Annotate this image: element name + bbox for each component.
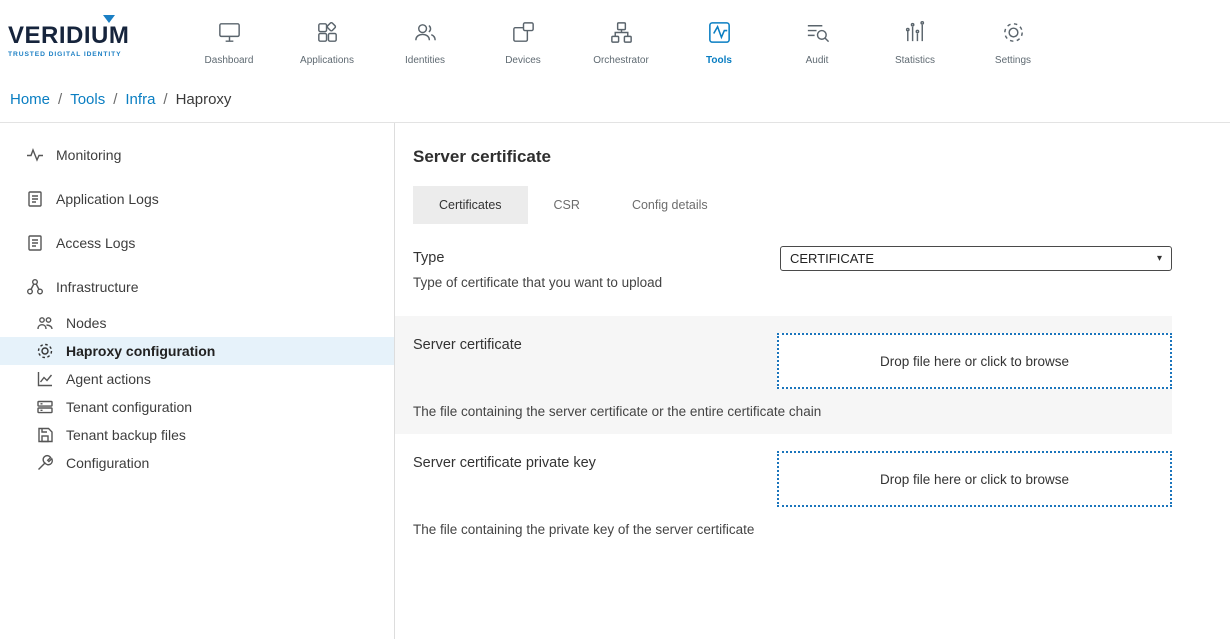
private-key-description: The file containing the private key of t… xyxy=(413,522,1172,537)
sidebar-item-label: Infrastructure xyxy=(56,279,138,295)
nav-label: Tools xyxy=(706,55,732,66)
breadcrumb-tools[interactable]: Tools xyxy=(70,91,105,108)
sidebar-item-label: Access Logs xyxy=(56,235,135,251)
settings-gear-icon xyxy=(1000,18,1027,48)
nav-label: Statistics xyxy=(895,55,935,66)
type-dropdown[interactable]: CERTIFICATE ▾ xyxy=(780,246,1172,271)
tools-pulse-icon xyxy=(706,18,733,48)
sidebar-item-infrastructure[interactable]: Infrastructure xyxy=(0,265,394,309)
top-bar: VERIDIUM TRUSTED DIGITAL IDENTITY Dashbo… xyxy=(0,0,1230,77)
activity-icon xyxy=(26,146,44,164)
nav-item-applications[interactable]: Applications xyxy=(278,12,376,66)
sidebar-item-application-logs[interactable]: Application Logs xyxy=(0,177,394,221)
tab-certificates[interactable]: Certificates xyxy=(413,186,528,224)
sidebar-item-label: Application Logs xyxy=(56,191,159,207)
sidebar: Monitoring Application Logs Access Logs … xyxy=(0,123,395,639)
nav-item-settings[interactable]: Settings xyxy=(964,12,1062,66)
type-label: Type xyxy=(413,250,662,266)
page-title: Server certificate xyxy=(413,147,1172,167)
nav-item-identities[interactable]: Identities xyxy=(376,12,474,66)
line-chart-icon xyxy=(36,370,54,388)
sidebar-item-haproxy-configuration[interactable]: Haproxy configuration xyxy=(0,337,394,365)
breadcrumb-separator: / xyxy=(163,91,167,108)
nav-item-orchestrator[interactable]: Orchestrator xyxy=(572,12,670,66)
form-row-type: Type Type of certificate that you want t… xyxy=(395,250,1172,316)
network-icon xyxy=(26,278,44,296)
breadcrumb-separator: / xyxy=(113,91,117,108)
server-certificate-label: Server certificate xyxy=(413,333,522,353)
nav-item-statistics[interactable]: Statistics xyxy=(866,12,964,66)
veridium-logo: VERIDIUM TRUSTED DIGITAL IDENTITY xyxy=(8,22,166,58)
tab-bar: Certificates CSR Config details xyxy=(413,186,1172,224)
nav-label: Identities xyxy=(405,55,445,66)
sidebar-item-label: Configuration xyxy=(66,455,149,471)
private-key-dropzone[interactable]: Drop file here or click to browse xyxy=(777,451,1172,507)
breadcrumb-infra[interactable]: Infra xyxy=(125,91,155,108)
sidebar-item-access-logs[interactable]: Access Logs xyxy=(0,221,394,265)
tab-csr[interactable]: CSR xyxy=(528,186,606,224)
sidebar-item-tenant-backup-files[interactable]: Tenant backup files xyxy=(0,421,394,449)
chevron-down-icon: ▾ xyxy=(1157,253,1162,264)
breadcrumb-home[interactable]: Home xyxy=(10,91,50,108)
form-row-server-certificate: Server certificate Drop file here or cli… xyxy=(395,316,1172,434)
document-icon xyxy=(26,190,44,208)
nav-item-tools[interactable]: Tools xyxy=(670,12,768,66)
nav-label: Devices xyxy=(505,55,541,66)
nav-label: Settings xyxy=(995,55,1031,66)
server-icon xyxy=(36,398,54,416)
type-description: Type of certificate that you want to upl… xyxy=(413,275,662,290)
sidebar-item-label: Monitoring xyxy=(56,147,121,163)
sidebar-item-monitoring[interactable]: Monitoring xyxy=(0,133,394,177)
breadcrumb-haproxy: Haproxy xyxy=(176,91,232,108)
type-dropdown-value: CERTIFICATE xyxy=(790,251,874,266)
document-icon xyxy=(26,234,44,252)
private-key-label: Server certificate private key xyxy=(413,451,596,471)
nav-label: Dashboard xyxy=(205,55,254,66)
sidebar-item-label: Haproxy configuration xyxy=(66,343,215,359)
nav-label: Audit xyxy=(806,55,829,66)
applications-grid-icon xyxy=(314,18,341,48)
sidebar-item-label: Agent actions xyxy=(66,371,151,387)
form-row-private-key: Server certificate private key Drop file… xyxy=(395,434,1172,552)
main-panel: Server certificate Certificates CSR Conf… xyxy=(395,123,1230,639)
wrench-icon xyxy=(36,454,54,472)
type-field-text: Type Type of certificate that you want t… xyxy=(413,250,662,290)
people-icon xyxy=(36,314,54,332)
sidebar-item-label: Nodes xyxy=(66,315,106,331)
statistics-bars-icon xyxy=(902,18,929,48)
sidebar-item-agent-actions[interactable]: Agent actions xyxy=(0,365,394,393)
sidebar-item-tenant-configuration[interactable]: Tenant configuration xyxy=(0,393,394,421)
tab-config-details[interactable]: Config details xyxy=(606,186,734,224)
logo-text: VERIDIUM xyxy=(8,22,129,49)
top-navigation: Dashboard Applications Identities Device… xyxy=(180,12,1062,66)
sidebar-item-nodes[interactable]: Nodes xyxy=(0,309,394,337)
logo-triangle-icon xyxy=(103,15,115,23)
gear-icon xyxy=(36,342,54,360)
logo-wordmark: VERIDIUM xyxy=(8,22,166,50)
breadcrumb-separator: / xyxy=(58,91,62,108)
server-certificate-dropzone[interactable]: Drop file here or click to browse xyxy=(777,333,1172,389)
breadcrumb: Home / Tools / Infra / Haproxy xyxy=(0,77,1230,123)
nav-item-devices[interactable]: Devices xyxy=(474,12,572,66)
nav-label: Applications xyxy=(300,55,354,66)
sidebar-item-label: Tenant backup files xyxy=(66,427,186,443)
audit-search-list-icon xyxy=(804,18,831,48)
save-icon xyxy=(36,426,54,444)
devices-icon xyxy=(510,18,537,48)
dashboard-monitor-icon xyxy=(216,18,243,48)
logo-tagline: TRUSTED DIGITAL IDENTITY xyxy=(8,51,166,58)
identities-people-icon xyxy=(412,18,439,48)
sidebar-item-configuration[interactable]: Configuration xyxy=(0,449,394,477)
nav-label: Orchestrator xyxy=(593,55,649,66)
nav-item-dashboard[interactable]: Dashboard xyxy=(180,12,278,66)
orchestrator-flow-icon xyxy=(608,18,635,48)
sidebar-item-label: Tenant configuration xyxy=(66,399,192,415)
server-certificate-description: The file containing the server certifica… xyxy=(413,404,1172,419)
content-area: Monitoring Application Logs Access Logs … xyxy=(0,123,1230,639)
nav-item-audit[interactable]: Audit xyxy=(768,12,866,66)
